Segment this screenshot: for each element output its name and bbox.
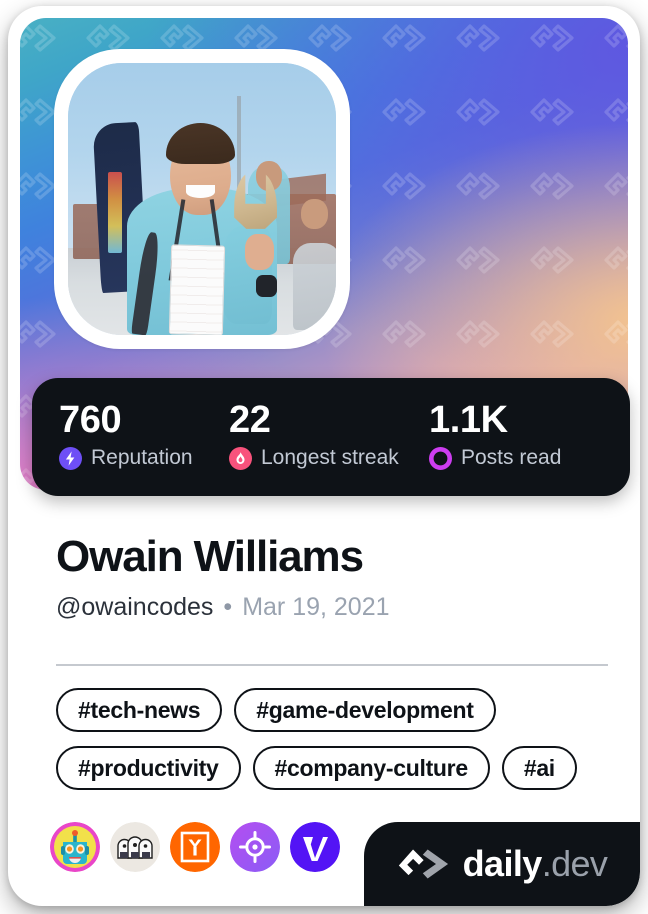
stat-longest-streak-label: Longest streak xyxy=(261,446,399,469)
crosshair-target-source-icon[interactable] xyxy=(230,822,280,872)
tag-productivity[interactable]: #productivity xyxy=(56,746,241,790)
robot-avatar-source-icon[interactable] xyxy=(50,822,100,872)
stat-longest-streak-value: 22 xyxy=(229,399,271,441)
brand-tld: .dev xyxy=(541,843,608,884)
source-badge-list xyxy=(50,822,340,872)
streak-flame-icon xyxy=(229,446,252,470)
profile-identity: Owain Williams @owaincodes • Mar 19, 202… xyxy=(56,530,390,622)
stat-reputation-label: Reputation xyxy=(91,446,193,469)
hacker-news-source-icon[interactable] xyxy=(170,822,220,872)
stat-posts-read-value: 1.1K xyxy=(429,399,508,441)
profile-card: 760 Reputation 22 Longest streak 1.1K Po… xyxy=(8,6,640,906)
user-avatar-photo-icon xyxy=(68,63,336,335)
avatar xyxy=(54,49,350,349)
three-ghosts-source-icon[interactable] xyxy=(110,822,160,872)
tag-game-development[interactable]: #game-development xyxy=(234,688,496,732)
stat-longest-streak: 22 Longest streak xyxy=(229,378,429,496)
profile-join-date: Mar 19, 2021 xyxy=(242,593,390,621)
meta-separator-dot: • xyxy=(223,593,233,621)
reputation-bolt-icon xyxy=(59,446,82,470)
stat-reputation: 760 Reputation xyxy=(59,378,229,496)
tag-list: #tech-news #game-development #productivi… xyxy=(56,688,612,790)
brand-name: daily xyxy=(462,843,543,884)
profile-meta: @owaincodes • Mar 19, 2021 xyxy=(56,592,390,622)
brand-wordmark: daily.dev xyxy=(463,844,608,884)
v-letter-source-icon[interactable] xyxy=(290,822,340,872)
divider xyxy=(56,664,608,666)
page-title: Owain Williams xyxy=(56,532,364,581)
daily-dev-brand-badge: daily.dev xyxy=(364,822,640,906)
stat-posts-read-label: Posts read xyxy=(461,446,562,469)
stat-reputation-value: 760 xyxy=(59,399,122,441)
tag-ai[interactable]: #ai xyxy=(501,746,577,790)
stat-posts-read: 1.1K Posts read xyxy=(429,378,561,496)
tag-company-culture[interactable]: #company-culture xyxy=(252,746,490,790)
profile-handle: @owaincodes xyxy=(56,593,214,621)
tag-tech-news[interactable]: #tech-news xyxy=(56,688,223,732)
stats-bar: 760 Reputation 22 Longest streak 1.1K Po… xyxy=(32,378,630,496)
daily-dev-chevron-logo-icon xyxy=(398,849,448,879)
posts-read-ring-icon xyxy=(429,446,452,470)
